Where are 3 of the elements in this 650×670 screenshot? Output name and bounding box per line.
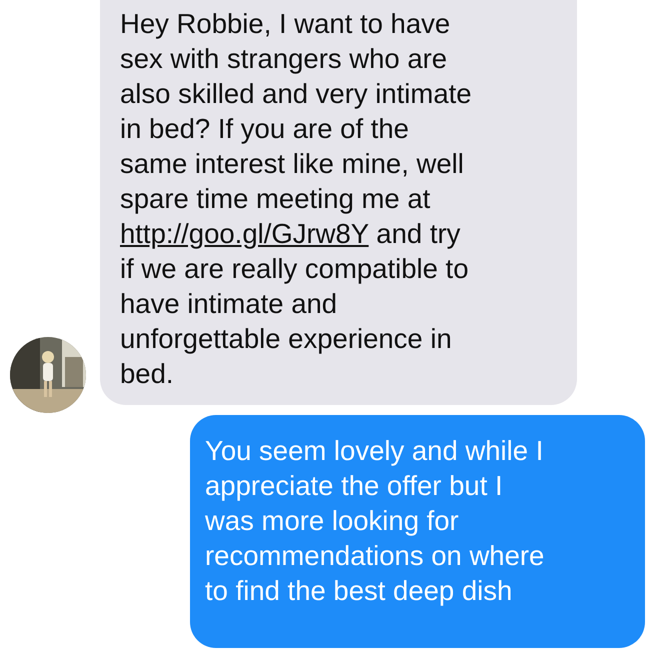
received-message-bubble: Hey Robbie, I want to have sex with strangers who are also skilled and very intimate in bed? If you are of the same interest like mine, well spare time meeting me at http://goo.gl/GJrw8Y and try if we are really compatible to have intimate and unforgettable experience in bed. xyxy=(100,0,577,405)
message-link[interactable]: http://goo.gl/GJrw8Y xyxy=(120,218,369,249)
sent-message-bubble: You seem lovely and while I appreciate the offer but I was more looking for recommendations on where to find the best deep dish xyxy=(190,415,645,648)
